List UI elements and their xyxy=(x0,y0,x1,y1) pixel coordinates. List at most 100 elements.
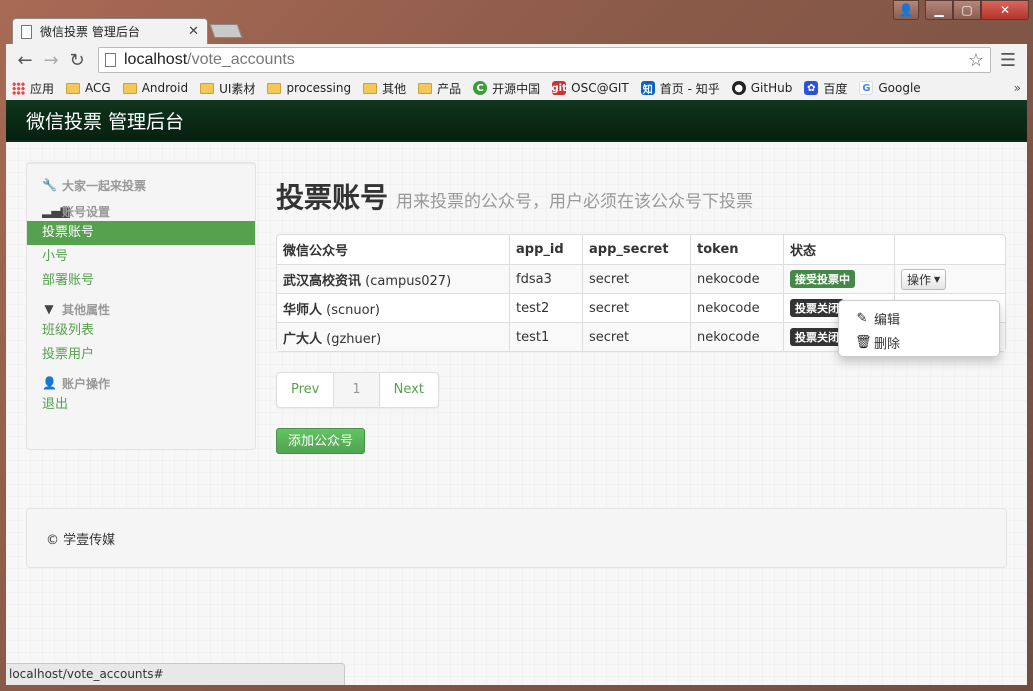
column-header: token xyxy=(690,235,783,264)
bookmarks-more-icon[interactable]: » xyxy=(1014,81,1021,95)
account-handle: (gzhuer) xyxy=(326,331,382,347)
bookmark-baidu[interactable]: ✿ 百度 xyxy=(804,80,847,97)
column-header: 状态 xyxy=(783,235,894,264)
status-bar: localhost/vote_accounts# xyxy=(6,663,345,685)
user-icon[interactable]: 👤 xyxy=(893,0,919,20)
brand-title[interactable]: 微信投票 管理后台 xyxy=(26,107,184,134)
menu-item-delete[interactable]: 🗑 删除 xyxy=(839,330,999,354)
close-tab-icon[interactable]: ✕ xyxy=(188,24,199,39)
bookmark-oscgit[interactable]: git OSC@GIT xyxy=(551,81,629,95)
filter-icon: ▼ xyxy=(44,302,54,316)
oscgit-icon: git xyxy=(551,81,567,95)
pagination-prev[interactable]: Prev xyxy=(277,373,333,407)
star-icon[interactable]: ☆ xyxy=(968,50,984,71)
sidebar-header-label: 其他属性 xyxy=(62,302,111,317)
bookmark-google[interactable]: G Google xyxy=(859,81,921,95)
pagination-page-current[interactable]: 1 xyxy=(333,373,379,407)
page-header: 投票账号 用来投票的公众号，用户必须在该公众号下投票 xyxy=(276,162,1006,214)
user-icon: 👤 xyxy=(42,376,57,390)
column-header: app_id xyxy=(509,235,582,264)
bookmark-zhihu[interactable]: 知首页 - 知乎 xyxy=(640,80,720,97)
bookmark-label: UI素材 xyxy=(219,81,256,96)
account-name: 武汉高校资讯 xyxy=(283,273,362,289)
bookmark-label: 应用 xyxy=(30,81,55,96)
baidu-icon: ✿ xyxy=(804,81,819,95)
add-account-button[interactable]: 添加公众号 xyxy=(276,428,366,454)
bookmark-processing[interactable]: processing xyxy=(267,81,351,95)
sidebar-item-voters[interactable]: 投票用户 xyxy=(27,343,255,367)
google-icon: G xyxy=(859,81,874,95)
address-bar[interactable]: localhost /vote_accounts ☆ xyxy=(98,47,991,73)
pagination-next[interactable]: Next xyxy=(378,373,438,407)
page-subtitle: 用来投票的公众号，用户必须在该公众号下投票 xyxy=(396,192,754,212)
sidebar-header-account-settings: ▂▄▆ 账号设置 xyxy=(27,201,255,221)
sidebar-item-small-accounts[interactable]: 小号 xyxy=(27,245,255,269)
bookmark-label: 其他 xyxy=(382,81,407,96)
menu-item-edit[interactable]: ✎ 编辑 xyxy=(839,306,999,330)
maximize-button[interactable]: ▢ xyxy=(953,0,981,20)
folder-icon xyxy=(363,82,378,94)
bookmark-acg[interactable]: ACG xyxy=(66,81,111,95)
sidebar-header-account-ops: 👤 账户操作 xyxy=(27,373,255,393)
pagination: Prev 1 Next xyxy=(276,372,439,408)
new-tab-button[interactable] xyxy=(209,24,243,38)
back-arrow-icon[interactable]: ← xyxy=(12,47,38,73)
footer: © 学壹传媒 xyxy=(26,508,1007,568)
app-secret-cell: secret xyxy=(582,322,690,351)
status-badge: 投票关闭 xyxy=(790,328,844,346)
app-id-cell: fdsa3 xyxy=(509,264,582,293)
bookmark-label: GitHub xyxy=(750,81,793,95)
token-cell: nekocode xyxy=(690,293,783,322)
sidebar-item-logout[interactable]: 退出 xyxy=(27,393,255,417)
token-cell: nekocode xyxy=(690,322,783,351)
sidebar-item-deploy-accounts[interactable]: 部署账号 xyxy=(27,269,255,293)
browser-window: 微信投票 管理后台 ✕ 👤 ▁ ▢ ✕ ← → ↻ localhost /vot… xyxy=(0,0,1033,691)
tab-strip: 微信投票 管理后台 ✕ 👤 ▁ ▢ ✕ xyxy=(0,0,1033,44)
forward-arrow-icon[interactable]: → xyxy=(38,47,64,73)
actions-cell: 操作 ▼ xyxy=(894,264,1005,293)
bookmark-github[interactable]: ● GitHub xyxy=(731,81,793,95)
account-handle: (campus027) xyxy=(365,273,452,289)
bookmark-label: 首页 - 知乎 xyxy=(659,81,720,96)
bookmark-apps[interactable]: 应用 xyxy=(12,80,54,97)
main-content: 投票账号 用来投票的公众号，用户必须在该公众号下投票 微信公众号 app_id … xyxy=(276,162,1006,454)
sidebar-header-vote: 🔧 大家一起来投票 xyxy=(27,175,255,195)
bookmark-label: OSC@GIT xyxy=(571,81,629,95)
close-window-button[interactable]: ✕ xyxy=(981,0,1029,20)
operations-dropdown-menu: ✎ 编辑 🗑 删除 xyxy=(838,300,1000,357)
bookmark-label: ACG xyxy=(85,81,111,95)
account-cell: 广大人 (gzhuer) xyxy=(277,322,509,351)
bookmark-oschina[interactable]: C 开源中国 xyxy=(473,80,540,97)
window-controls: 👤 ▁ ▢ ✕ xyxy=(893,0,1029,22)
column-header xyxy=(894,235,1005,264)
app-secret-cell: secret xyxy=(582,264,690,293)
github-icon: ● xyxy=(731,81,746,95)
account-cell: 华师人 (scnuor) xyxy=(277,293,509,322)
pencil-icon: ✎ xyxy=(856,310,868,326)
bookmark-android[interactable]: Android xyxy=(122,81,189,95)
browser-tab[interactable]: 微信投票 管理后台 ✕ xyxy=(12,18,208,44)
app-id-cell: test1 xyxy=(509,322,582,351)
status-badge: 投票关闭 xyxy=(790,299,844,317)
folder-icon xyxy=(66,82,81,94)
bookmark-other[interactable]: 其他 xyxy=(363,80,406,97)
status-cell: 接受投票中 xyxy=(783,264,894,293)
reload-icon[interactable]: ↻ xyxy=(64,47,90,73)
token-cell: nekocode xyxy=(690,264,783,293)
column-header: 微信公众号 xyxy=(283,244,349,259)
sidebar-item-vote-accounts[interactable]: 投票账号 xyxy=(27,221,255,245)
bookmark-label: Google xyxy=(878,81,921,95)
folder-icon xyxy=(267,82,282,94)
sidebar-item-classes[interactable]: 班级列表 xyxy=(27,319,255,343)
bookmark-label: Android xyxy=(141,81,189,95)
minimize-button[interactable]: ▁ xyxy=(925,0,953,20)
sidebar-header-label: 账号设置 xyxy=(62,204,111,219)
menu-item-label: 编辑 xyxy=(874,312,901,328)
bookmark-label: 产品 xyxy=(437,81,462,96)
menu-item-label: 删除 xyxy=(874,336,901,352)
folder-icon xyxy=(418,82,433,94)
bookmark-ui[interactable]: UI素材 xyxy=(200,80,255,97)
menu-icon[interactable]: ☰ xyxy=(995,50,1021,71)
operations-button[interactable]: 操作 ▼ xyxy=(901,268,947,290)
bookmark-product[interactable]: 产品 xyxy=(418,80,461,97)
